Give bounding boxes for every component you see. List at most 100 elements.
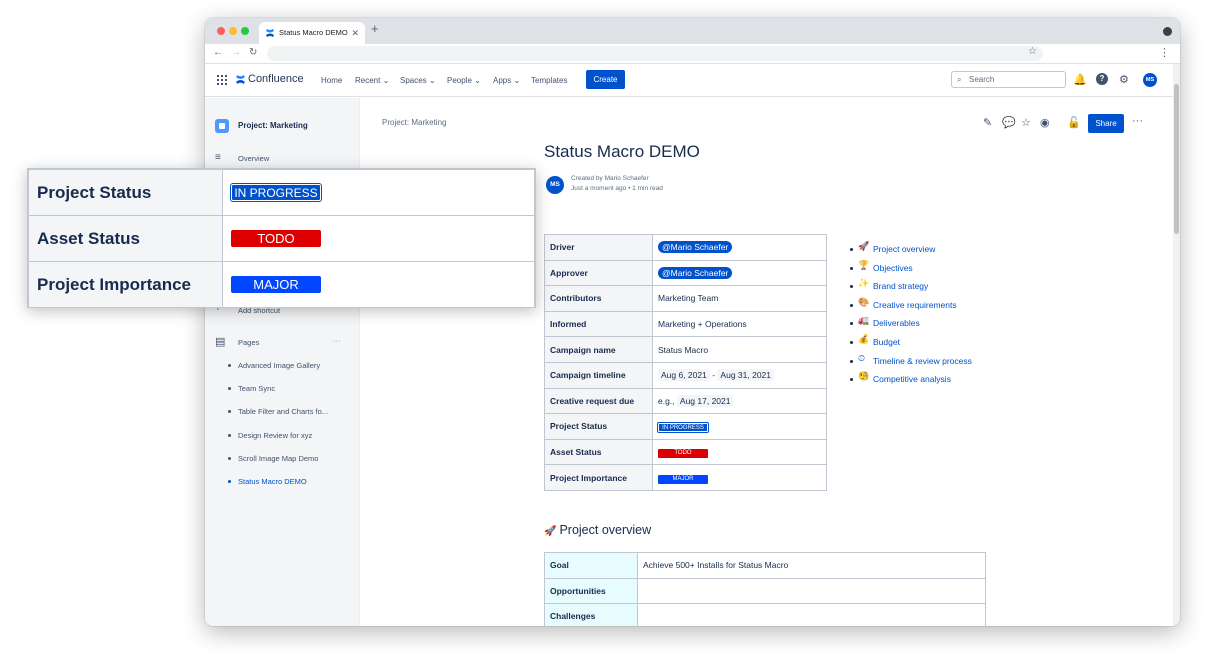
toc-label: Timeline & review process (873, 355, 972, 366)
overview-value (637, 577, 986, 605)
edit-pencil-icon[interactable]: ✎ (983, 116, 992, 129)
browser-tab[interactable]: Status Macro DEMO ✕ (259, 22, 365, 44)
toc-item[interactable]: 🧐 Competitive analysis (850, 371, 972, 393)
bookmark-star-icon[interactable]: ☆ (1028, 46, 1037, 57)
comment-icon[interactable]: 💬 (1002, 116, 1016, 129)
toc-label: Budget (873, 336, 900, 347)
date-chip[interactable]: Aug 31, 2021 (717, 369, 774, 382)
prop-value: MAJOR (652, 464, 827, 491)
nav-recent[interactable]: Recent ⌄ (355, 76, 389, 85)
sidebar-item-overview[interactable]: Overview (238, 154, 269, 163)
section-title: Project overview (559, 523, 652, 537)
browser-menu-icon[interactable]: ⋮ (1159, 46, 1170, 59)
nav-templates[interactable]: Templates (531, 76, 567, 85)
app-name[interactable]: Confluence (248, 73, 304, 85)
status-badge-major: MAJOR (231, 275, 321, 293)
project-overview-table: Goal Achieve 500+ Installs for Status Mac… (544, 552, 986, 626)
space-icon[interactable] (215, 119, 229, 133)
tab-search-icon[interactable] (1163, 27, 1172, 36)
sidebar-page-current[interactable]: Status Macro DEMO (238, 477, 307, 486)
toc-item[interactable]: 💰 Budget (850, 334, 972, 356)
prop-value: Marketing Team (652, 285, 827, 312)
sidebar-page[interactable]: Team Sync (238, 384, 275, 393)
scrollbar-thumb[interactable] (1174, 84, 1179, 234)
created-by[interactable]: Created by Mario Schaefer (571, 174, 663, 184)
page-scrollbar[interactable] (1173, 64, 1180, 626)
date-prefix: e.g., (658, 395, 677, 406)
sidebar-page[interactable]: Table Filter and Charts fo... (238, 407, 328, 416)
watch-eye-icon[interactable]: ◉ (1040, 116, 1050, 129)
overview-value (637, 603, 986, 626)
pages-more-icon[interactable]: ··· (333, 336, 341, 345)
nav-people-label: People (447, 76, 472, 85)
create-button[interactable]: Create (586, 70, 625, 89)
close-window-dot[interactable] (217, 27, 225, 35)
trophy-icon: 🏆 (858, 259, 870, 270)
bullet-icon (228, 364, 231, 367)
table-row: Asset Status TODO (28, 215, 535, 262)
sidebar-page[interactable]: Scroll Image Map Demo (238, 454, 318, 463)
nav-people[interactable]: People ⌄ (447, 76, 481, 85)
prop-key: Project Importance (544, 464, 653, 491)
nav-spaces[interactable]: Spaces ⌄ (400, 76, 436, 85)
forward-icon[interactable]: → (231, 47, 241, 58)
minimize-window-dot[interactable] (229, 27, 237, 35)
prop-key: Driver (544, 234, 653, 261)
back-icon[interactable]: ← (213, 47, 223, 58)
date-chip[interactable]: Aug 17, 2021 (676, 394, 734, 407)
reload-icon[interactable]: ↻ (249, 47, 257, 58)
date-separator: - (709, 370, 718, 381)
space-name[interactable]: Project: Marketing (238, 121, 308, 130)
status-badge-major[interactable]: MAJOR (658, 474, 708, 484)
confluence-logo-icon[interactable] (235, 74, 246, 85)
app-switcher-icon[interactable] (217, 75, 227, 85)
user-mention[interactable]: @Mario Schaefer (658, 266, 733, 279)
sidebar-page[interactable]: Advanced Image Gallery (238, 361, 320, 370)
zoom-key: Asset Status (28, 215, 223, 262)
date-chip[interactable]: Aug 6, 2021 (658, 369, 710, 382)
zoom-value: MAJOR (222, 261, 535, 308)
search-input[interactable]: ⌕ Search (951, 71, 1066, 88)
status-badge-in-progress: IN PROGRESS (230, 182, 322, 202)
confluence-header: Confluence Home Recent ⌄ Spaces ⌄ People… (205, 64, 1180, 97)
status-badge-in-progress[interactable]: IN PROGRESS (657, 421, 709, 433)
prop-key: Approver (544, 259, 653, 287)
close-tab-icon[interactable]: ✕ (351, 22, 359, 44)
sidebar-page[interactable]: Design Review for xyz (238, 431, 312, 440)
prop-key: Contributors (544, 285, 653, 312)
zoom-value: IN PROGRESS (222, 169, 535, 216)
more-actions-icon[interactable]: ··· (1132, 115, 1143, 127)
table-row: Goal Achieve 500+ Installs for Status Mac… (544, 552, 986, 579)
new-tab-icon[interactable]: + (371, 21, 379, 36)
nav-recent-label: Recent (355, 76, 381, 85)
prop-value: TODO (652, 438, 827, 466)
share-button[interactable]: Share (1088, 114, 1124, 133)
author-avatar[interactable]: MS (546, 176, 564, 194)
status-badge-todo[interactable]: TODO (658, 449, 708, 459)
maximize-window-dot[interactable] (241, 27, 249, 35)
overview-lines-icon: ≡ (215, 152, 221, 163)
notifications-icon[interactable]: 🔔 (1073, 73, 1087, 86)
user-mention[interactable]: @Mario Schaefer (658, 241, 733, 254)
table-row: Challenges (544, 603, 986, 626)
nav-apps[interactable]: Apps ⌄ (493, 76, 520, 85)
nav-home[interactable]: Home (321, 76, 342, 85)
rocket-icon: 🚀 (858, 241, 870, 251)
table-row: Asset Status TODO (544, 438, 827, 466)
star-icon[interactable]: ☆ (1021, 116, 1031, 129)
settings-gear-icon[interactable]: ⚙ (1119, 73, 1129, 86)
table-row: Approver @Mario Schaefer (544, 259, 827, 287)
prop-key: Project Status (544, 413, 653, 440)
bullet-icon (228, 457, 231, 460)
monocle-face-icon: 🧐 (858, 371, 870, 382)
sidebar-item-pages[interactable]: Pages (238, 338, 259, 347)
overview-value: Achieve 500+ Installs for Status Macro (637, 552, 986, 579)
help-icon[interactable]: ? (1096, 73, 1108, 85)
toc-label: Deliverables (873, 318, 920, 329)
restrictions-lock-icon[interactable]: 🔓 (1067, 116, 1081, 129)
url-input[interactable] (267, 46, 1043, 61)
user-avatar[interactable]: MS (1143, 73, 1157, 87)
breadcrumb[interactable]: Project: Marketing (382, 118, 446, 127)
page-properties-table: Driver @Mario Schaefer Approver @Mario Sch… (544, 234, 827, 491)
table-row: Informed Marketing + Operations (544, 310, 827, 338)
